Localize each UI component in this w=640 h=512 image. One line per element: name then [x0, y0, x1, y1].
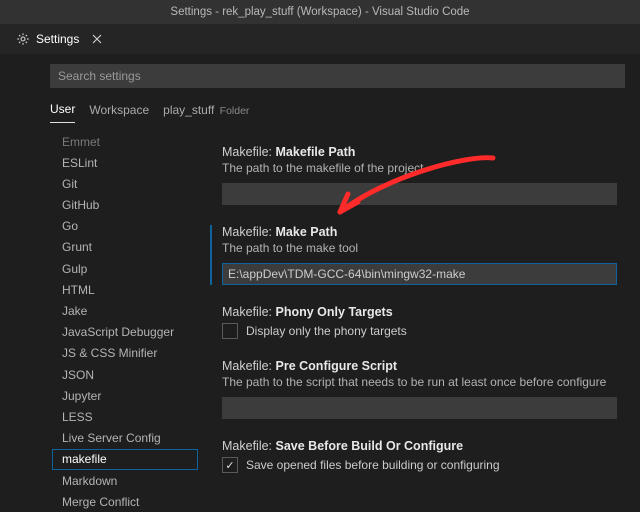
- sidebar-item[interactable]: makefile: [52, 449, 198, 470]
- scope-tabs: User Workspace play_stuff Folder: [0, 94, 640, 125]
- sidebar-item[interactable]: GitHub: [52, 195, 198, 216]
- setting-title: Makefile: Pre Configure Script: [222, 359, 626, 373]
- setting-input[interactable]: [222, 183, 617, 205]
- sidebar-item[interactable]: Go: [52, 216, 198, 237]
- sidebar-item[interactable]: Live Server Config: [52, 428, 198, 449]
- setting-desc: Display only the phony targets: [246, 324, 407, 338]
- gear-icon: [16, 32, 30, 46]
- sidebar-item[interactable]: HTML: [52, 279, 198, 300]
- sidebar-item[interactable]: JavaScript Debugger: [52, 322, 198, 343]
- settings-content: User Workspace play_stuff Folder EmmetES…: [0, 54, 640, 512]
- setting-make-path: Makefile: Make Path The path to the make…: [210, 225, 626, 285]
- sidebar-item[interactable]: Emmet: [52, 131, 198, 152]
- setting-save-before-build: Makefile: Save Before Build Or Configure…: [222, 439, 626, 473]
- setting-desc: The path to the makefile of the project: [222, 161, 626, 175]
- setting-input[interactable]: [222, 397, 617, 419]
- setting-makefile-path: Makefile: Makefile Path The path to the …: [222, 145, 626, 205]
- setting-input[interactable]: E:\appDev\TDM-GCC-64\bin\mingw32-make: [222, 263, 617, 285]
- setting-checkbox-row: Save opened files before building or con…: [222, 457, 626, 473]
- sidebar-item[interactable]: JS & CSS Minifier: [52, 343, 198, 364]
- sidebar-item[interactable]: ESLint: [52, 152, 198, 173]
- setting-title: Makefile: Save Before Build Or Configure: [222, 439, 626, 453]
- sidebar-item[interactable]: JSON: [52, 364, 198, 385]
- scope-tab-user[interactable]: User: [50, 98, 75, 123]
- scope-tab-workspace[interactable]: Workspace: [89, 99, 149, 123]
- setting-title: Makefile: Makefile Path: [222, 145, 626, 159]
- checkbox[interactable]: [222, 323, 238, 339]
- sidebar-item[interactable]: Git: [52, 173, 198, 194]
- search-row: [0, 54, 640, 94]
- setting-desc: Save opened files before building or con…: [246, 458, 500, 472]
- settings-tree: EmmetESLintGitGitHubGoGruntGulpHTMLJakeJ…: [52, 125, 198, 512]
- tab-settings[interactable]: Settings: [8, 28, 111, 50]
- setting-phony-only-targets: Makefile: Phony Only Targets Display onl…: [222, 305, 626, 339]
- editor-tabbar: Settings: [0, 24, 640, 54]
- tab-label: Settings: [36, 32, 79, 46]
- folder-badge: Folder: [220, 105, 250, 117]
- close-icon[interactable]: [91, 33, 103, 45]
- settings-pane: Makefile: Makefile Path The path to the …: [198, 125, 640, 512]
- sidebar-item[interactable]: Jake: [52, 301, 198, 322]
- scope-tab-folder[interactable]: play_stuff Folder: [163, 99, 249, 123]
- setting-pre-configure-script: Makefile: Pre Configure Script The path …: [222, 359, 626, 419]
- window-titlebar: Settings - rek_play_stuff (Workspace) - …: [0, 0, 640, 24]
- sidebar-item[interactable]: Markdown: [52, 470, 198, 491]
- setting-title: Makefile: Make Path: [222, 225, 626, 239]
- window-title: Settings - rek_play_stuff (Workspace) - …: [170, 6, 469, 18]
- setting-title: Makefile: Phony Only Targets: [222, 305, 626, 319]
- sidebar-item[interactable]: Jupyter: [52, 385, 198, 406]
- checkbox[interactable]: [222, 457, 238, 473]
- sidebar-item[interactable]: Grunt: [52, 237, 198, 258]
- sidebar-item[interactable]: Gulp: [52, 258, 198, 279]
- setting-desc: The path to the make tool: [222, 241, 626, 255]
- search-input[interactable]: [50, 64, 625, 88]
- sidebar-item[interactable]: LESS: [52, 406, 198, 427]
- sidebar-item[interactable]: Merge Conflict: [52, 491, 198, 512]
- setting-checkbox-row: Display only the phony targets: [222, 323, 626, 339]
- setting-desc: The path to the script that needs to be …: [222, 375, 626, 389]
- main-area: EmmetESLintGitGitHubGoGruntGulpHTMLJakeJ…: [0, 125, 640, 512]
